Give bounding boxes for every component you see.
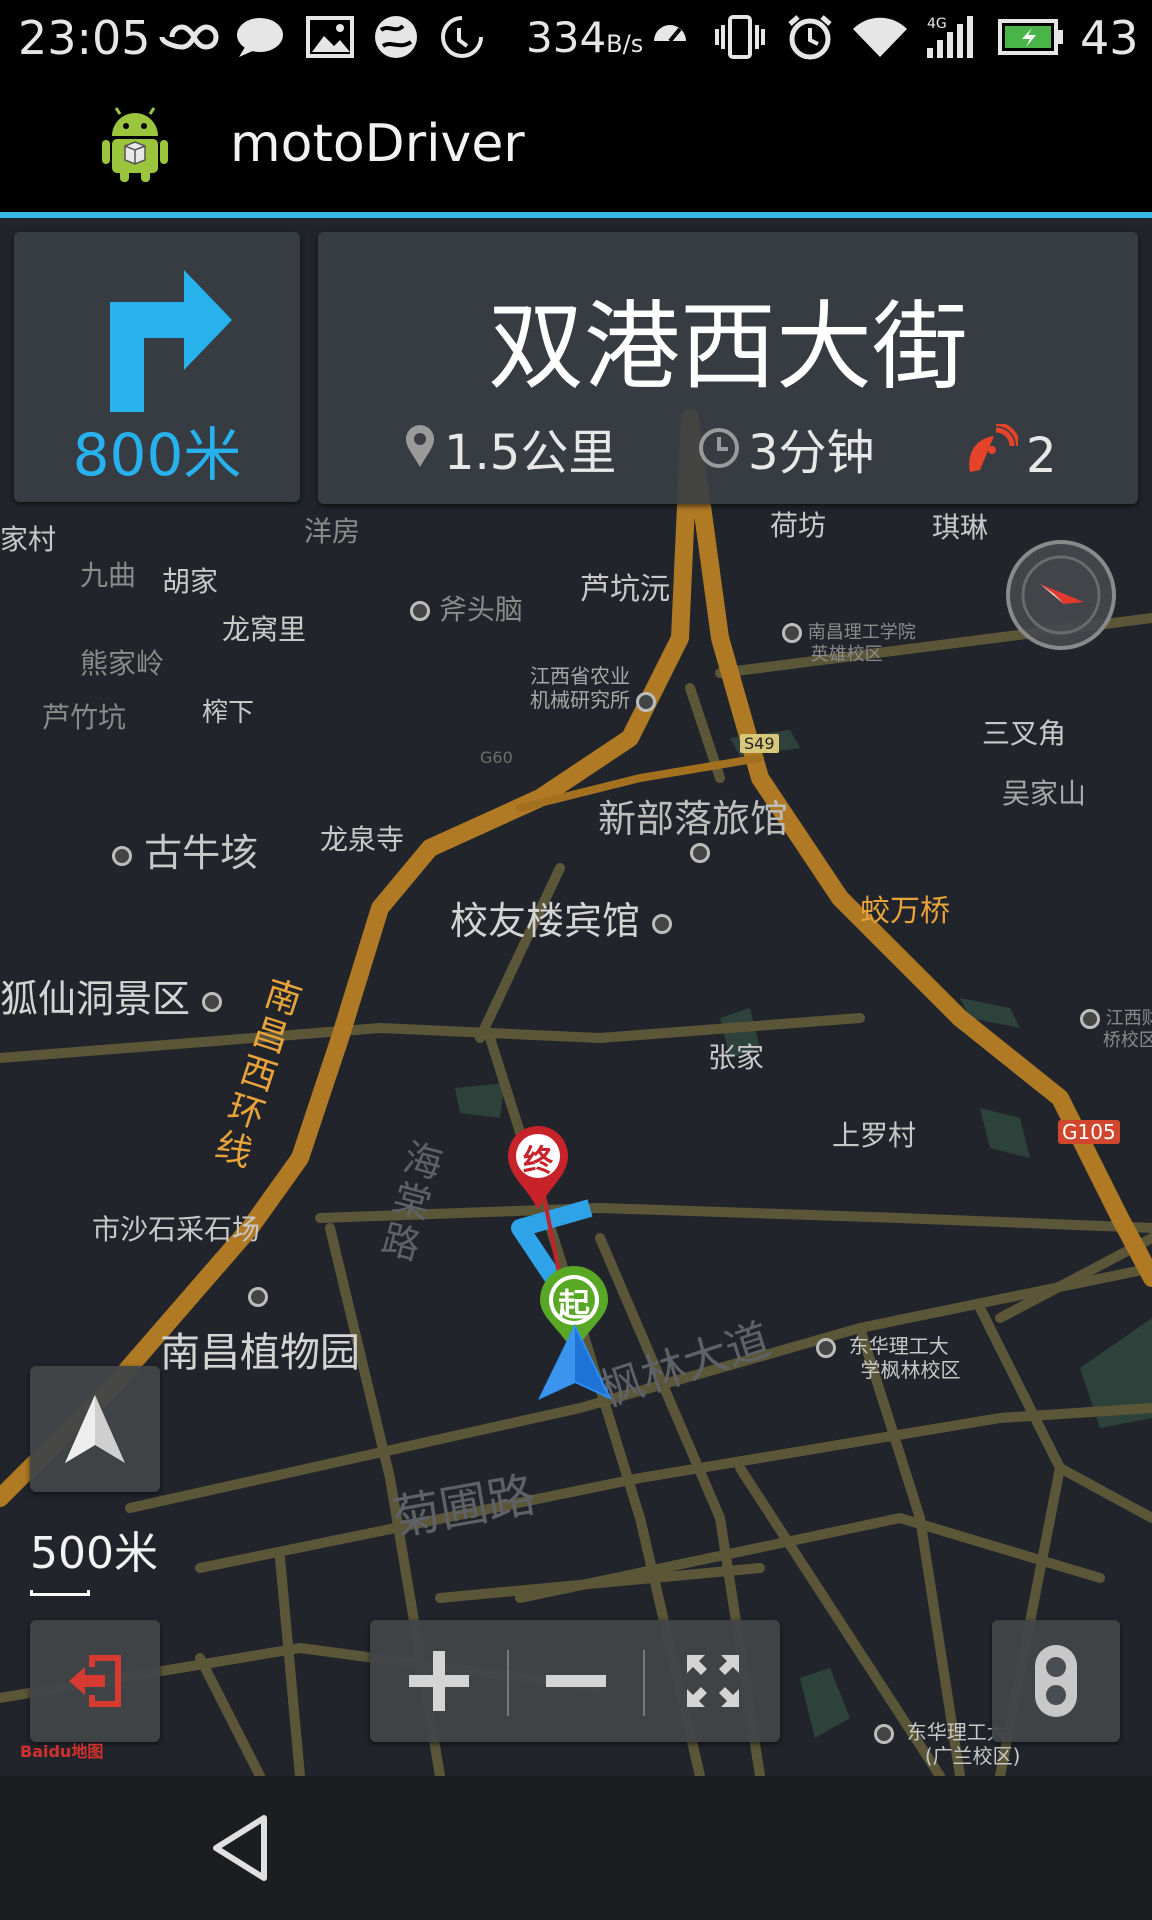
svg-text:4G: 4G: [927, 16, 947, 32]
map-label: 吴家山: [1002, 777, 1087, 810]
map-label: 市沙石采石场: [92, 1213, 261, 1246]
map-label: 芦坑沅: [580, 572, 670, 607]
chat-icon: [232, 14, 288, 60]
vibrate-icon: [714, 14, 766, 60]
minus-icon: [546, 1675, 606, 1687]
navigation-arrow-icon: [65, 1395, 125, 1463]
map-label: 琪琳: [932, 511, 989, 544]
speed-icon: [648, 14, 692, 60]
wifi-icon: [852, 14, 908, 60]
network-speed: 334B/s: [526, 13, 644, 62]
map-label: 南昌理工学院 英雄校区: [782, 622, 916, 666]
plus-icon: [409, 1651, 469, 1711]
map-scale-label: 500米: [30, 1528, 158, 1579]
poi-dot: [248, 1286, 268, 1307]
map-label: 校友楼宾馆: [450, 890, 673, 945]
map-label: 榨下: [202, 698, 255, 728]
map-label: 胡家: [162, 565, 219, 598]
signal-4g-icon: 4G: [922, 14, 978, 60]
end-marker[interactable]: 终: [506, 1126, 570, 1212]
remaining-distance: 1.5公里: [404, 424, 616, 482]
action-bar: motoDriver: [0, 76, 1152, 212]
road-shield: G60: [480, 748, 513, 767]
satellite-count: 2: [966, 422, 1057, 487]
poi-dot: [636, 691, 657, 712]
status-time: 23:05: [18, 11, 151, 65]
next-road-name: 双港西大街: [488, 291, 968, 403]
follow-mode-button[interactable]: [30, 1366, 160, 1492]
map-label: 东华理工大 学枫林校区: [816, 1334, 961, 1382]
map-label: 龙泉寺: [320, 823, 405, 856]
alarm-icon: [784, 14, 836, 60]
exit-icon: [69, 1655, 121, 1707]
map-label: 斧头脑: [410, 588, 523, 628]
poi-dot: [782, 623, 802, 643]
battery-icon: [996, 14, 1066, 60]
zoom-out-button[interactable]: [509, 1620, 643, 1742]
globe-icon: [370, 14, 422, 60]
battery-percent: 43: [1080, 11, 1139, 65]
map-label: 洋房: [304, 515, 361, 548]
map-label: 江西省农业 机械研究所: [530, 664, 657, 712]
image-icon: [304, 14, 356, 60]
map-label: 张家: [708, 1041, 765, 1074]
poi-dot: [816, 1337, 836, 1358]
fullscreen-button[interactable]: [645, 1620, 780, 1742]
poi-dot: [690, 842, 710, 863]
poi-dot: [202, 991, 223, 1012]
map-label: 上罗村: [832, 1119, 917, 1152]
app-title: motoDriver: [230, 114, 525, 174]
remaining-time: 3分钟: [698, 424, 875, 482]
poi-dot: [410, 601, 430, 621]
map-label: 江西财 桥校区: [1080, 1008, 1152, 1052]
system-navigation-bar: [0, 1776, 1152, 1920]
turn-instruction-panel: 800米: [14, 232, 300, 502]
exit-navigation-button[interactable]: [30, 1620, 160, 1742]
map-label: 狐仙洞景区: [0, 968, 223, 1023]
end-marker-label: 终: [523, 1144, 553, 1179]
zoom-controls: [370, 1620, 780, 1742]
traffic-light-icon: [1035, 1645, 1077, 1717]
map-label: 蛟万桥: [860, 894, 950, 929]
back-button[interactable]: [200, 1806, 280, 1890]
poi-dot: [874, 1723, 894, 1744]
infinity-icon: [156, 14, 220, 60]
map-label: 南昌植物园: [160, 1330, 360, 1376]
turn-distance: 800米: [72, 421, 242, 489]
status-bar: 23:05 334B/s 4G 43: [0, 0, 1152, 76]
road-shield: G105: [1058, 1120, 1120, 1144]
route-info-panel: 双港西大街 1.5公里 3分钟 2: [318, 232, 1138, 504]
poi-dot: [1080, 1009, 1100, 1029]
map-label: 荷坊: [770, 509, 827, 542]
zoom-in-button[interactable]: [370, 1620, 508, 1742]
poi-dot: [112, 845, 132, 866]
baidu-map-logo: Baidu地图: [20, 1742, 104, 1761]
start-marker-label: 起: [557, 1286, 590, 1324]
map-label: 家村: [0, 523, 57, 556]
satellite-signal-icon: [966, 422, 1020, 487]
map-label: 龙窝里: [222, 613, 307, 646]
map-label: 新部落旅馆: [598, 797, 789, 841]
location-pin-icon: [404, 424, 436, 482]
traffic-layer-button[interactable]: [992, 1620, 1120, 1742]
fullscreen-icon: [686, 1655, 739, 1707]
sync-icon: [436, 14, 488, 60]
map-label: 芦竹坑: [42, 701, 127, 734]
compass-icon: [1021, 555, 1101, 635]
poi-dot: [652, 913, 673, 934]
map-label: 三叉角: [982, 717, 1067, 750]
map-label: 九曲: [80, 559, 137, 592]
current-location-arrow-icon: [538, 1324, 612, 1400]
compass-button[interactable]: [1006, 540, 1116, 650]
map-label: 古牛垓: [112, 822, 258, 877]
clock-icon: [698, 424, 740, 482]
back-triangle-icon: [213, 1815, 267, 1881]
map-scale-bar: [30, 1590, 90, 1596]
turn-right-arrow-icon: [94, 262, 234, 422]
road-shield: S49: [740, 734, 779, 753]
app-logo-icon[interactable]: [100, 106, 170, 182]
map-label: 熊家岭: [80, 647, 165, 680]
